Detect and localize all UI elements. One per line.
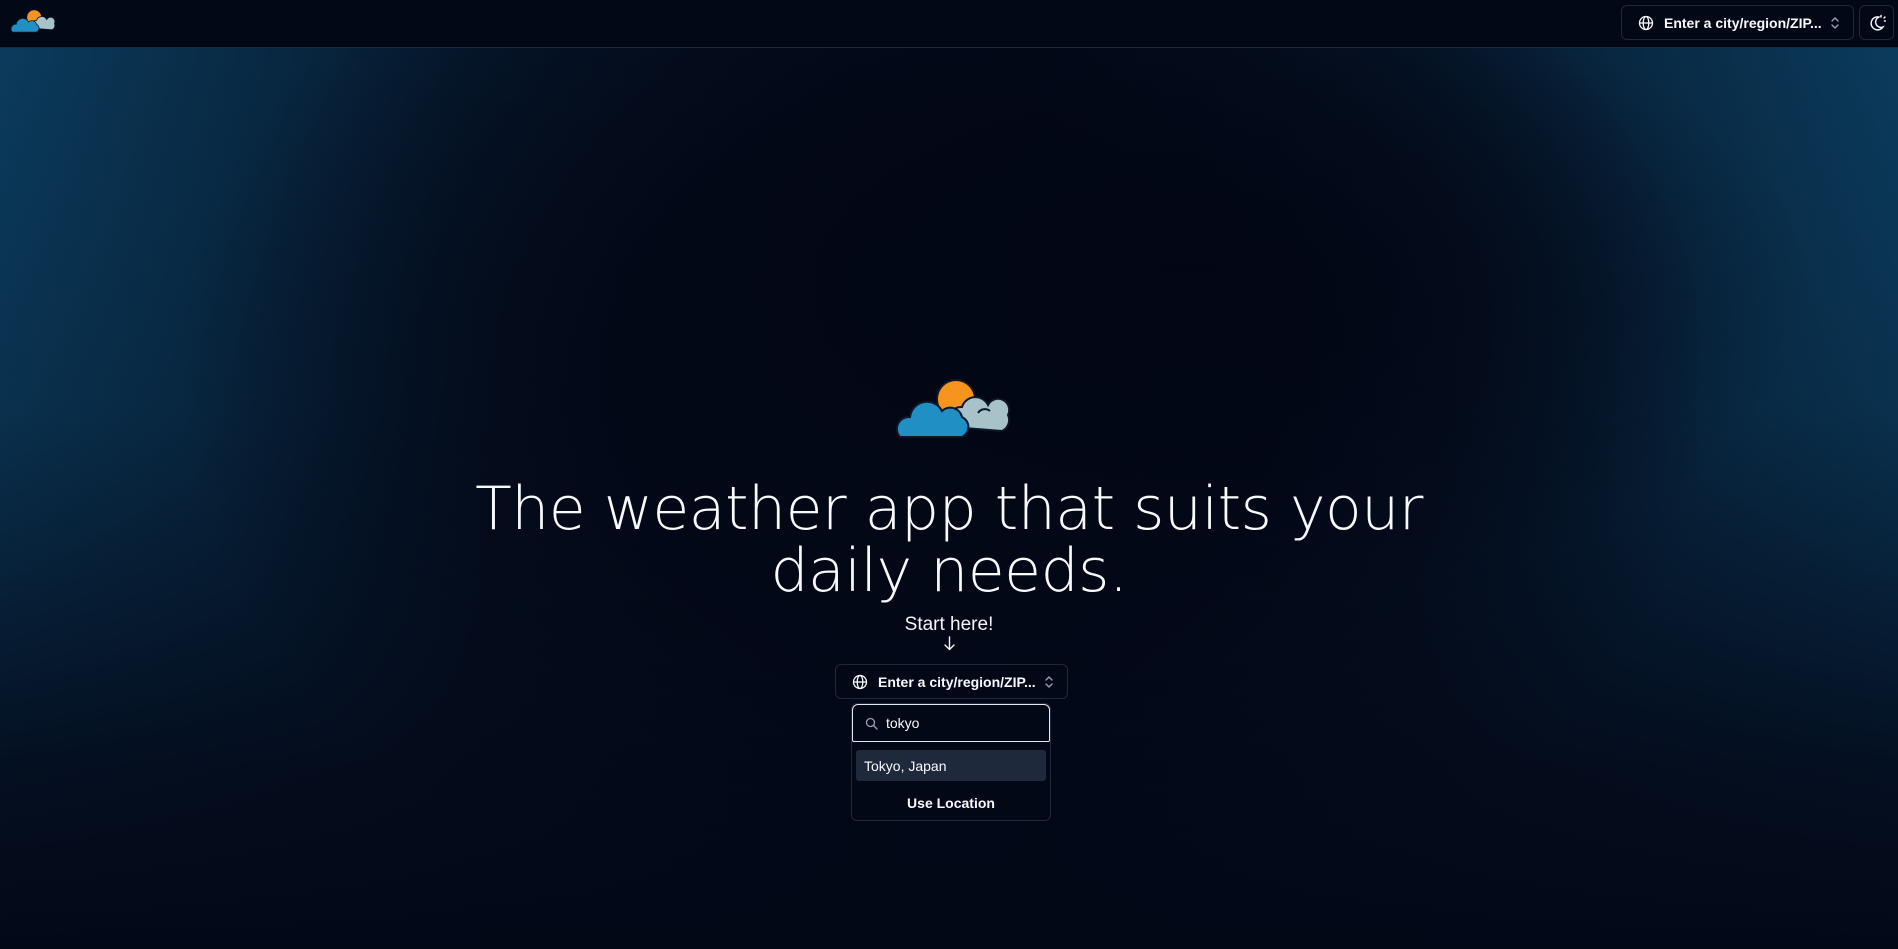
globe-icon <box>852 674 868 689</box>
location-combobox-label: Enter a city/region/ZIP... <box>878 673 1036 690</box>
location-combobox-main[interactable]: Enter a city/region/ZIP... <box>835 664 1068 699</box>
theme-toggle-button[interactable] <box>1859 5 1894 40</box>
location-search-input[interactable] <box>886 715 1036 731</box>
cloud-sun-logo-icon[interactable] <box>10 8 56 34</box>
start-here-text: Start here! <box>904 614 994 635</box>
top-navbar: Enter a city/region/ZIP... <box>0 0 1898 48</box>
moon-sun-theme-icon <box>1869 14 1886 31</box>
chevrons-up-down-icon <box>1831 16 1839 29</box>
location-result-option[interactable]: Tokyo, Japan <box>856 750 1046 781</box>
chevrons-up-down-icon <box>1045 675 1053 688</box>
search-icon <box>865 717 878 730</box>
location-combobox-header[interactable]: Enter a city/region/ZIP... <box>1621 5 1854 40</box>
location-combobox-label: Enter a city/region/ZIP... <box>1664 14 1822 31</box>
cloud-sun-logo-icon <box>895 379 1011 438</box>
location-dropdown: Tokyo, Japan Use Location <box>851 703 1051 821</box>
search-field[interactable] <box>852 704 1050 742</box>
hero-headline: The weather app that suits your daily ne… <box>475 474 1423 606</box>
use-location-button[interactable]: Use Location <box>852 788 1050 818</box>
arrow-down-icon <box>944 636 955 651</box>
globe-icon <box>1638 15 1654 30</box>
